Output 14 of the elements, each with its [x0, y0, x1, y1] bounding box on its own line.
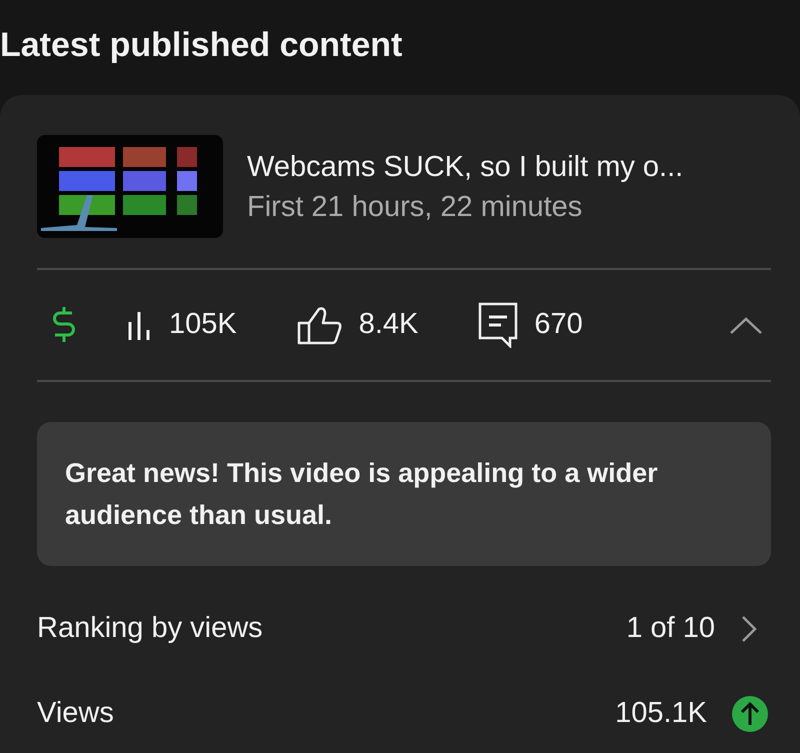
info-message: Great news! This video is appealing to a wider audience than usual. [37, 422, 771, 566]
comment-icon [478, 302, 518, 348]
metric-label: Views [37, 696, 114, 731]
metric-value: 1 of 10 [626, 610, 715, 646]
section-heading: Latest published content [0, 25, 404, 66]
video-age: First 21 hours, 22 minutes [247, 190, 584, 224]
thumbs-up-icon [296, 305, 343, 345]
metric-label: Ranking by views [37, 610, 263, 646]
chevron-up-icon [729, 314, 763, 335]
video-title[interactable]: Webcams SUCK, so I built my o... [247, 146, 684, 186]
stat-value: 670 [534, 307, 583, 342]
stat-value: 105K [169, 307, 237, 342]
stat-value: 8.4K [358, 307, 418, 342]
metric-value: 105.1K [615, 696, 707, 731]
